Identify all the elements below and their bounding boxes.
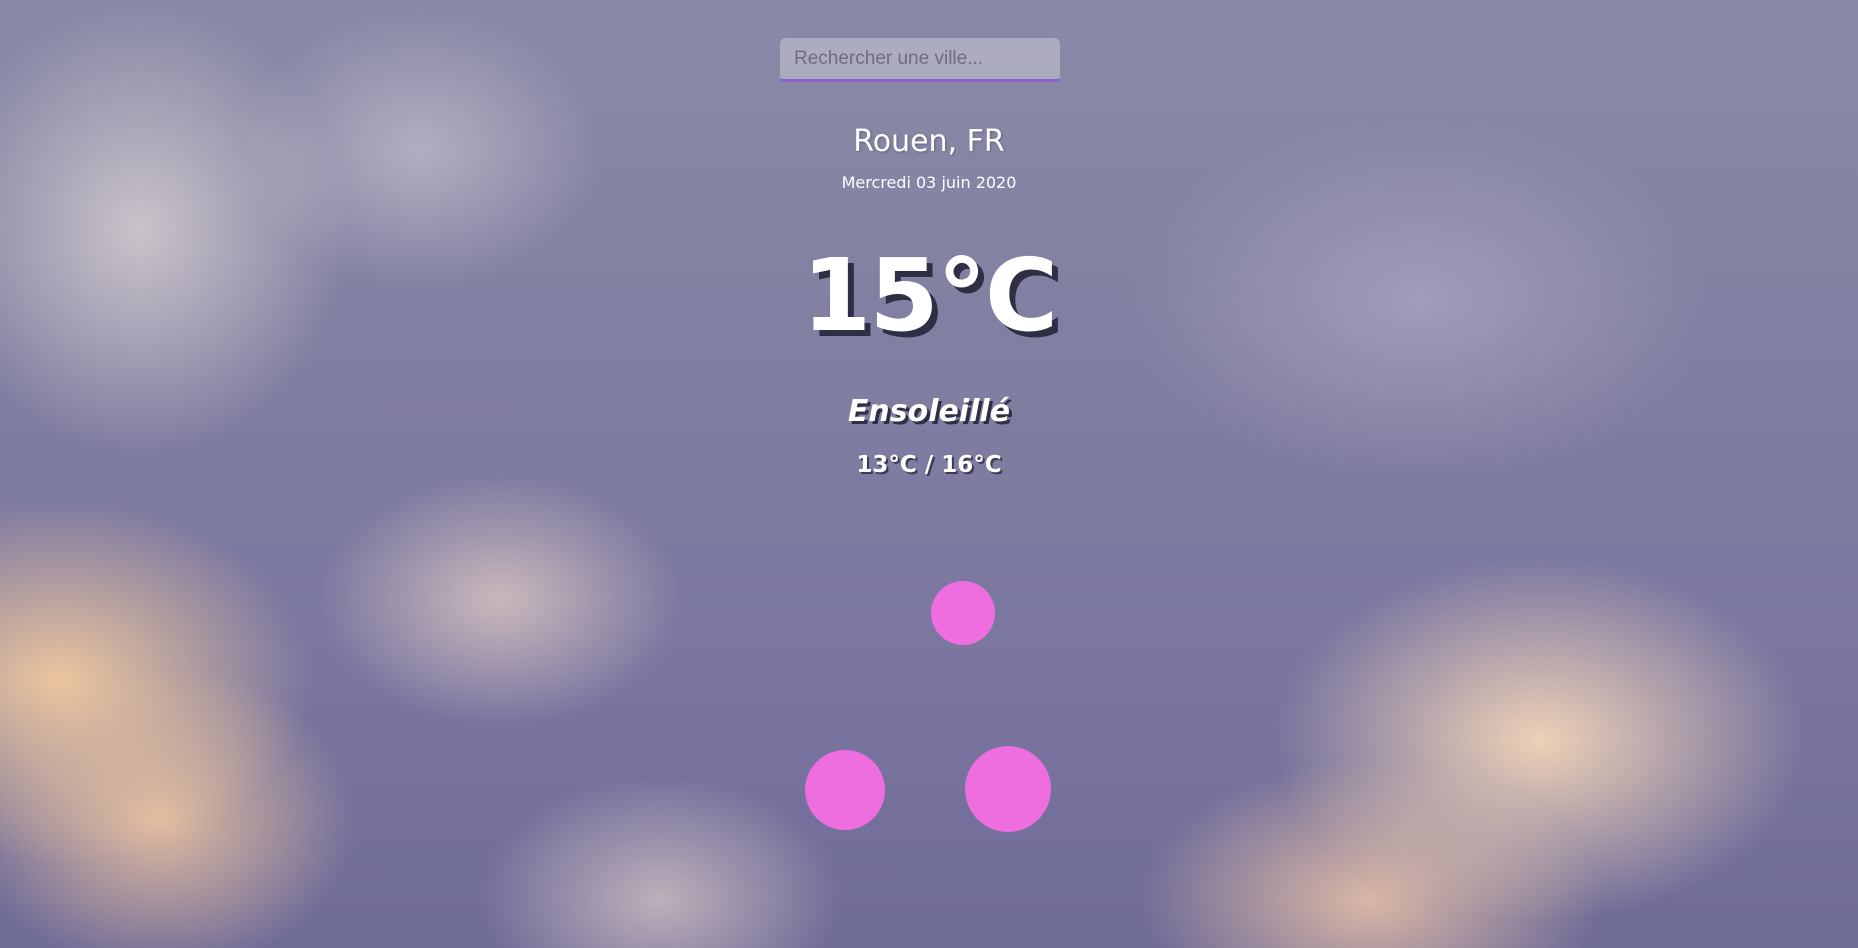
weather-condition: Ensoleillé [847,394,1011,429]
search-input[interactable] [780,38,1060,82]
search-bar [780,38,1060,82]
loader-dot-top [931,581,995,645]
current-temperature: 15°C [801,237,1059,354]
current-date: Mercredi 03 juin 2020 [841,173,1017,192]
loader-dot-left [805,750,885,830]
city-name: Rouen, FR [853,124,1005,159]
loader-dot-right [965,746,1051,832]
temperature-range: 13°C / 16°C [856,452,1002,478]
